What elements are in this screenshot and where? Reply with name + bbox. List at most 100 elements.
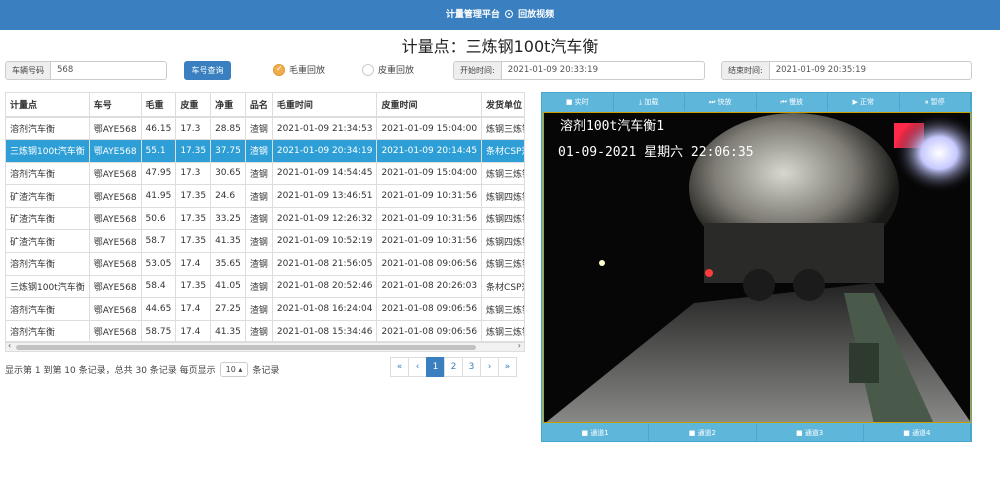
page-1-button[interactable]: 1 xyxy=(426,357,445,377)
fast-forward-button[interactable]: ⏭ 快放 xyxy=(685,93,757,111)
column-header[interactable]: 毛重时间 xyxy=(272,93,378,118)
channel-1-button[interactable]: ■ 通道1 xyxy=(542,424,650,442)
column-header[interactable]: 计量点 xyxy=(6,93,90,118)
table-row[interactable]: 矿渣汽车衡 鄂AYE568 41.95 17.35 24.6 渣钢 2021-01-09 1… xyxy=(6,184,524,208)
table-cell: 30.65 xyxy=(210,162,246,186)
start-time-input[interactable]: 2021-01-09 20:33:19 xyxy=(502,62,604,79)
table-cell: 55.1 xyxy=(141,139,177,163)
end-time-label: 结束时间: xyxy=(722,62,770,79)
table-cell: 溶剂汽车衡 xyxy=(6,297,90,321)
osd-camera-title: 溶剂100t汽车衡1 xyxy=(560,119,665,134)
table-cell: 2021-01-08 21:56:05 xyxy=(272,252,378,276)
table-cell: 17.4 xyxy=(175,320,212,341)
table-row[interactable]: 矿渣汽车衡 鄂AYE568 58.7 17.35 41.35 渣钢 2021-01-09 1… xyxy=(6,229,524,254)
scroll-left-icon[interactable]: ‹ xyxy=(8,341,11,350)
first-page-button[interactable]: « xyxy=(390,357,409,377)
radio-checked-icon xyxy=(273,63,285,76)
realtime-button[interactable]: ■ 实时 xyxy=(542,93,614,111)
table-cell: 41.95 xyxy=(141,184,177,208)
play-circle-icon xyxy=(505,10,513,18)
column-header[interactable]: 品名 xyxy=(245,93,273,118)
page-size-select[interactable]: 10 ▴ xyxy=(219,362,249,377)
load-button[interactable]: ⤓ 加载 xyxy=(614,93,685,111)
table-cell: 2021-01-09 10:52:19 xyxy=(272,229,378,254)
last-page-button[interactable]: » xyxy=(498,357,517,377)
table-cell: 35.65 xyxy=(210,252,246,276)
page-3-button[interactable]: 3 xyxy=(462,357,481,377)
table-row[interactable]: 溶剂汽车衡 鄂AYE568 47.95 17.3 30.65 渣钢 2021-01-09 1… xyxy=(6,162,524,186)
table-cell: 炼钢四炼钢二 xyxy=(481,184,524,208)
table-cell: 2021-01-08 09:06:56 xyxy=(376,297,483,321)
channel-2-button[interactable]: ■ 通道2 xyxy=(649,424,757,442)
slow-play-button[interactable]: ⏮ 慢放 xyxy=(757,93,828,111)
table-cell: 鄂AYE568 xyxy=(89,162,142,186)
table-cell: 46.15 xyxy=(141,117,177,141)
horizontal-scrollbar[interactable]: ‹ › xyxy=(5,341,525,352)
video-toolbar: ■ 实时 ⤓ 加载 ⏭ 快放 ⏮ 慢放 ▶ 正常 ⏸ 暂停 xyxy=(542,93,971,111)
table-cell: 矿渣汽车衡 xyxy=(6,184,90,208)
table-cell: 鄂AYE568 xyxy=(89,117,142,141)
table-row[interactable]: 溶剂汽车衡 鄂AYE568 46.15 17.3 28.85 渣钢 2021-01-09 2… xyxy=(6,117,524,141)
video-frame[interactable]: 溶剂100t汽车衡1 01-09-2021 星期六 22:06:35 xyxy=(543,112,971,423)
table-cell: 鄂AYE568 xyxy=(89,207,142,231)
table-cell: 2021-01-08 20:26:03 xyxy=(376,275,483,299)
column-header[interactable]: 毛重 xyxy=(141,93,177,118)
table-cell: 2021-01-08 09:06:56 xyxy=(376,252,483,276)
table-cell: 2021-01-09 15:04:00 xyxy=(376,162,483,186)
page-size-value: 10 xyxy=(225,365,236,374)
table-cell: 17.35 xyxy=(175,275,212,299)
table-cell: 58.7 xyxy=(141,229,177,254)
column-header[interactable]: 车号 xyxy=(89,93,142,118)
table-cell: 47.95 xyxy=(141,162,177,186)
scroll-right-icon[interactable]: › xyxy=(518,341,521,350)
table-cell: 鄂AYE568 xyxy=(89,229,142,254)
table-cell: 50.6 xyxy=(141,207,177,231)
table-row[interactable]: 溶剂汽车衡 鄂AYE568 53.05 17.4 35.65 渣钢 2021-01-08 2… xyxy=(6,252,524,276)
table-cell: 鄂AYE568 xyxy=(89,252,142,276)
table-cell: 鄂AYE568 xyxy=(89,139,142,163)
pagination-info: 显示第 1 到第 10 条记录，总共 30 条记录 每页显示 10 ▴ 条记录 xyxy=(5,362,279,377)
table-cell: 53.05 xyxy=(141,252,177,276)
table-cell: 33.25 xyxy=(210,207,246,231)
table-cell: 渣钢 xyxy=(245,139,273,163)
table-cell: 2021-01-08 15:34:46 xyxy=(272,320,378,341)
table-row[interactable]: 溶剂汽车衡 鄂AYE568 44.65 17.4 27.25 渣钢 2021-01-08 1… xyxy=(6,297,524,321)
table-row[interactable]: 三炼钢100t汽车衡 鄂AYE568 55.1 17.35 37.75 渣钢 2021-01… xyxy=(6,139,524,163)
table-cell: 2021-01-09 20:14:45 xyxy=(376,139,483,163)
table-cell: 41.35 xyxy=(210,229,246,254)
normal-play-button[interactable]: ▶ 正常 xyxy=(828,93,900,111)
radio-tare[interactable]: 皮重回放 xyxy=(362,63,414,76)
next-page-button[interactable]: › xyxy=(480,357,499,377)
pause-button[interactable]: ⏸ 暂停 xyxy=(900,93,971,111)
column-header[interactable]: 皮重 xyxy=(175,93,212,118)
channel-3-button[interactable]: ■ 通道3 xyxy=(757,424,864,442)
table-cell: 2021-01-09 15:04:00 xyxy=(376,117,483,141)
table-cell: 44.65 xyxy=(141,297,177,321)
plate-input[interactable]: 568 xyxy=(51,62,79,79)
table-row[interactable]: 三炼钢100t汽车衡 鄂AYE568 58.4 17.35 41.05 渣钢 2021-01… xyxy=(6,275,524,299)
table-cell: 炼钢三炼钢渣 xyxy=(481,252,524,276)
page-2-button[interactable]: 2 xyxy=(444,357,463,377)
column-header[interactable]: 净重 xyxy=(210,93,246,118)
scrollbar-thumb[interactable] xyxy=(16,345,476,350)
mode-title: 回放视频 xyxy=(518,10,555,20)
table-cell: 17.35 xyxy=(175,139,212,163)
page-title: 计量点：三炼钢100t汽车衡 xyxy=(401,37,599,56)
end-time-input[interactable]: 2021-01-09 20:35:19 xyxy=(770,62,872,79)
radio-gross[interactable]: 毛重回放 xyxy=(273,63,325,76)
radio-unchecked-icon xyxy=(362,63,374,76)
video-player: ■ 实时 ⤓ 加载 ⏭ 快放 ⏮ 慢放 ▶ 正常 ⏸ 暂停 溶剂100t汽车衡1… xyxy=(541,92,972,442)
table-row[interactable]: 矿渣汽车衡 鄂AYE568 50.6 17.35 33.25 渣钢 2021-01-09 1… xyxy=(6,207,524,231)
table-cell: 鄂AYE568 xyxy=(89,320,142,341)
channel-4-button[interactable]: ■ 通道4 xyxy=(864,424,971,442)
prev-page-button[interactable]: ‹ xyxy=(408,357,427,377)
column-header[interactable]: 皮重时间 xyxy=(376,93,483,118)
column-header[interactable]: 发货单位 xyxy=(481,93,524,118)
table-row[interactable]: 溶剂汽车衡 鄂AYE568 58.75 17.4 41.35 渣钢 2021-01-08 1… xyxy=(6,320,524,341)
table-cell: 58.75 xyxy=(141,320,177,341)
plate-query-button[interactable]: 车号查询 xyxy=(184,61,231,80)
table-cell: 矿渣汽车衡 xyxy=(6,207,90,231)
table-cell: 溶剂汽车衡 xyxy=(6,252,90,276)
table-cell: 三炼钢100t汽车衡 xyxy=(6,275,90,299)
table-cell: 渣钢 xyxy=(245,252,273,276)
